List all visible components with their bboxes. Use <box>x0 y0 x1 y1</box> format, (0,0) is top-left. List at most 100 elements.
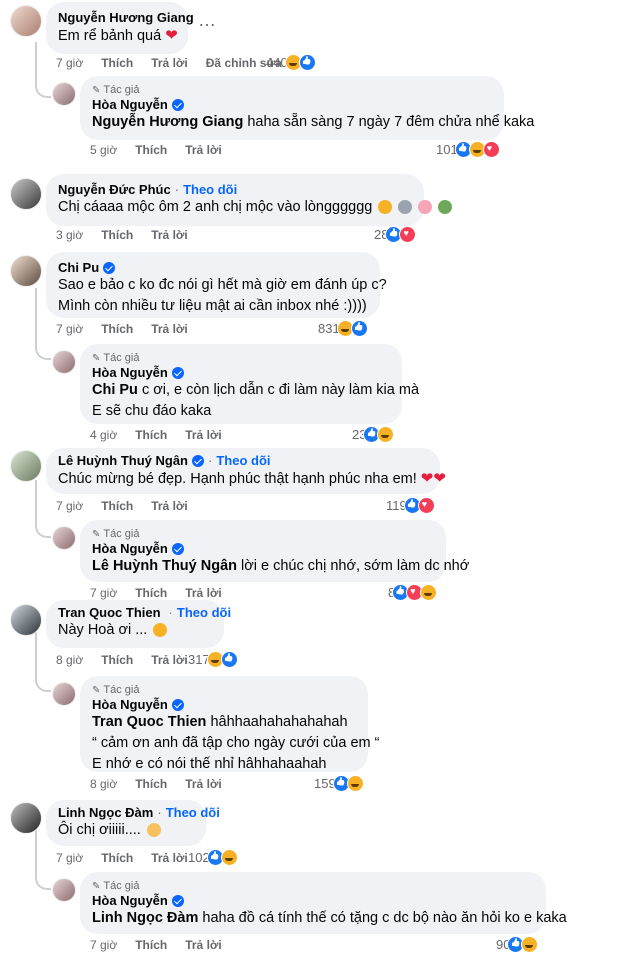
timestamp[interactable]: 8 giờ <box>56 653 83 667</box>
avatar[interactable] <box>52 526 76 550</box>
comment-actions: 5 giờ Thích Trả lời <box>90 143 240 157</box>
mention-link[interactable]: Chi Pu <box>92 382 138 398</box>
reaction-summary[interactable]: 102 <box>188 849 238 866</box>
reaction-summary[interactable]: 101 <box>436 141 500 158</box>
reply-bubble: ✎ Tác giả Hòa Nguyễn Nguyễn Hương Giang h… <box>80 76 534 140</box>
avatar[interactable] <box>10 5 42 37</box>
follow-button[interactable]: Theo dõi <box>183 182 237 197</box>
avatar[interactable] <box>52 350 76 374</box>
reply-button[interactable]: Trả lời <box>151 228 188 242</box>
reply-button[interactable]: Trả lời <box>185 586 222 600</box>
reaction-summary[interactable]: 440 <box>266 54 316 71</box>
thread-line <box>35 480 37 510</box>
follow-button[interactable]: Theo dõi <box>166 805 220 820</box>
commenter-name[interactable]: Hòa Nguyễn <box>92 97 492 112</box>
timestamp[interactable]: 4 giờ <box>90 428 117 442</box>
commenter-name[interactable]: Nguyễn Hương Giang <box>58 10 194 25</box>
reaction-summary[interactable]: 317 <box>188 651 238 668</box>
like-icon <box>298 54 316 71</box>
reaction-summary[interactable]: 159 <box>314 775 364 792</box>
reaction-summary[interactable]: 28 <box>374 226 417 243</box>
like-button[interactable]: Thích <box>101 653 133 667</box>
like-icon <box>220 651 238 668</box>
thread-line <box>35 830 37 870</box>
timestamp[interactable]: 7 giờ <box>90 586 117 600</box>
reaction-summary[interactable]: 119 <box>386 497 435 514</box>
avatar[interactable] <box>52 878 76 902</box>
comment-text: Ôi chị ơiiiii.... <box>58 820 194 841</box>
comment-bubble: Linh Ngọc Đàm · Theo dõi Ôi chị ơiiiii.... <box>46 800 220 846</box>
mention-link[interactable]: Tran Quoc Thien <box>92 714 206 730</box>
reaction-summary[interactable]: 90 <box>496 936 539 953</box>
commenter-name[interactable]: Hòa Nguyễn <box>92 541 434 556</box>
mention-link[interactable]: Nguyễn Hương Giang <box>92 114 243 130</box>
comment-actions: 8 giờ Thích Trả lời <box>56 653 206 667</box>
commenter-name[interactable]: Chi Pu <box>58 260 368 275</box>
like-button[interactable]: Thích <box>135 586 167 600</box>
like-button[interactable]: Thích <box>101 499 133 513</box>
mention-link[interactable]: Lê Huỳnh Thuý Ngân <box>92 558 237 574</box>
avatar[interactable] <box>52 82 76 106</box>
commenter-name[interactable]: Linh Ngọc Đàm · Theo dõi <box>58 805 220 820</box>
timestamp[interactable]: 7 giờ <box>56 322 83 336</box>
like-button[interactable]: Thích <box>101 56 133 70</box>
reply-button[interactable]: Trả lời <box>185 428 222 442</box>
author-badge: ✎ Tác giả <box>92 880 140 892</box>
timestamp[interactable]: 5 giờ <box>90 143 117 157</box>
like-button[interactable]: Thích <box>101 851 133 865</box>
avatar[interactable] <box>10 802 42 834</box>
reaction-summary[interactable]: 23 <box>352 426 395 443</box>
commenter-name[interactable]: Nguyễn Đức Phúc · Theo dõi <box>58 182 412 197</box>
like-button[interactable]: Thích <box>101 228 133 242</box>
reply-button[interactable]: Trả lời <box>151 499 188 513</box>
commenter-name[interactable]: Hòa Nguyễn <box>92 893 534 908</box>
reaction-summary[interactable]: 831 <box>318 320 368 337</box>
like-button[interactable]: Thích <box>135 143 167 157</box>
mention-link[interactable]: Linh Ngọc Đàm <box>92 910 198 926</box>
reply-bubble: ✎ Tác giả Hòa Nguyễn Lê Huỳnh Thuý Ngân l… <box>80 520 469 582</box>
reply-button[interactable]: Trả lời <box>151 851 188 865</box>
avatar[interactable] <box>52 682 76 706</box>
comment-text: “ cảm ơn anh đã tập cho ngày cưới của em… <box>92 735 380 751</box>
verified-icon <box>171 542 184 555</box>
follow-button[interactable]: Theo dõi <box>216 453 270 468</box>
reply-button[interactable]: Trả lời <box>185 143 222 157</box>
commenter-name[interactable]: Hòa Nguyễn <box>92 365 390 380</box>
avatar[interactable] <box>10 178 42 210</box>
reaction-summary[interactable]: 8 <box>388 584 438 601</box>
follow-button[interactable]: Theo dõi <box>177 605 231 620</box>
comment-text: Chi Pu c ơi, e còn lịch dẫn c đi làm này… <box>92 382 420 398</box>
timestamp[interactable]: 7 giờ <box>56 499 83 513</box>
thread-line <box>35 42 37 82</box>
love-icon <box>482 141 500 158</box>
timestamp[interactable]: 7 giờ <box>56 56 83 70</box>
reply-button[interactable]: Trả lời <box>185 938 222 952</box>
more-options-icon[interactable]: … <box>198 10 217 31</box>
pencil-icon: ✎ <box>92 880 101 892</box>
like-button[interactable]: Thích <box>135 938 167 952</box>
avatar[interactable] <box>10 255 42 287</box>
avatar[interactable] <box>10 604 42 636</box>
avatar[interactable] <box>10 450 42 482</box>
verified-icon <box>171 98 184 111</box>
comment-bubble: Nguyễn Đức Phúc · Theo dõi Chị cáaaa mộc ô… <box>46 174 453 226</box>
reply-button[interactable]: Trả lời <box>151 322 188 336</box>
like-icon <box>350 320 368 337</box>
timestamp[interactable]: 3 giờ <box>56 228 83 242</box>
like-button[interactable]: Thích <box>135 428 167 442</box>
timestamp[interactable]: 8 giờ <box>90 777 117 791</box>
comment-actions: 8 giờ Thích Trả lời <box>90 777 240 791</box>
reply-button[interactable]: Trả lời <box>185 777 222 791</box>
comment-text: Tran Quoc Thien hâhhaahahahahahah <box>92 714 348 730</box>
reply-bubble: ✎ Tác giả Hòa Nguyễn Tran Quoc Thien hâhh… <box>80 676 380 772</box>
reply-button[interactable]: Trả lời <box>151 56 188 70</box>
commenter-name[interactable]: Hòa Nguyễn <box>92 697 356 712</box>
timestamp[interactable]: 7 giờ <box>56 851 83 865</box>
timestamp[interactable]: 7 giờ <box>90 938 117 952</box>
reply-button[interactable]: Trả lời <box>151 653 188 667</box>
commenter-name[interactable]: Lê Huỳnh Thuý Ngân · Theo dõi <box>58 453 428 468</box>
like-button[interactable]: Thích <box>101 322 133 336</box>
commenter-name[interactable]: Tran Quoc Thien·Theo dõi <box>58 605 231 620</box>
haha-icon <box>377 426 395 443</box>
like-button[interactable]: Thích <box>135 777 167 791</box>
